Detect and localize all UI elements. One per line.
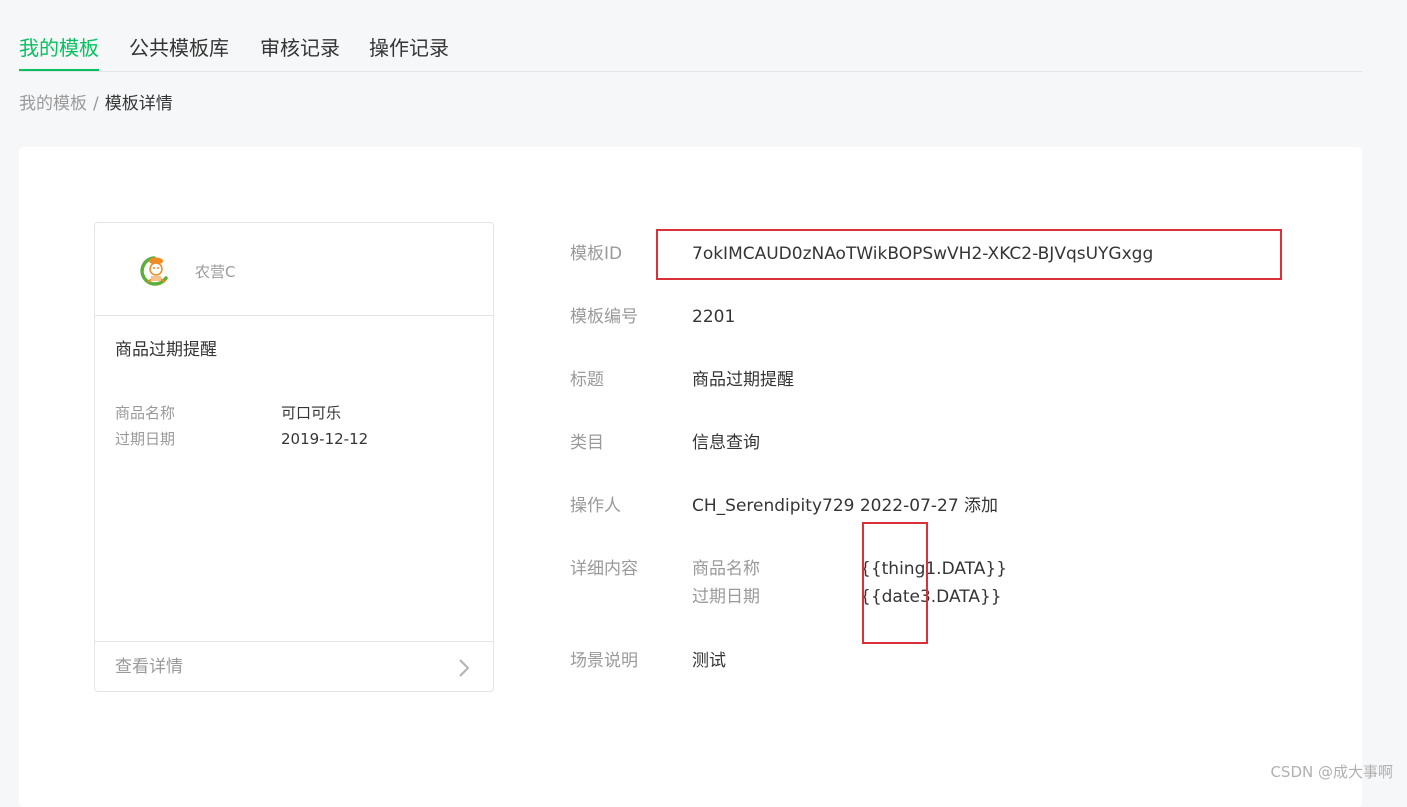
view-details-label: 查看详情 [115,657,183,677]
template-number-value: 2201 [692,307,736,327]
template-preview-card: 农营C 商品过期提醒 商品名称 可口可乐 过期日期 2019-12-12 查看详情 [94,222,494,692]
preview-field-value: 可口可乐 [281,404,342,422]
account-logo-icon [140,256,168,286]
tab-bar: 我的模板 公共模板库 审核记录 操作记录 [19,0,1362,72]
preview-field-label: 商品名称 [115,404,176,422]
tab-my-templates[interactable]: 我的模板 [19,32,99,71]
preview-field-label: 过期日期 [115,430,176,448]
content-label: 详细内容 [570,559,638,579]
watermark: CSDN @成大事啊 [1270,763,1393,781]
title-label: 标题 [570,370,604,390]
preview-field-row: 过期日期 2019-12-12 [115,427,368,451]
category-value: 信息查询 [692,433,760,453]
template-number-label: 模板编号 [570,307,638,327]
chevron-right-icon [459,659,470,677]
tab-operation-records[interactable]: 操作记录 [369,32,449,64]
tab-review-records[interactable]: 审核记录 [260,32,340,64]
content-keyword-label: 商品名称 [692,559,760,579]
content-keyword-value: {{date3.DATA}} [860,587,1002,607]
category-label: 类目 [570,433,604,453]
breadcrumb-separator: / [93,94,99,114]
template-id-value: 7okIMCAUD0zNAoTWikBOPSwVH2-XKC2-BJVqsUYG… [692,244,1154,264]
preview-card-header: 农营C [95,223,493,316]
content-keyword-value: {{thing1.DATA}} [860,559,1008,579]
breadcrumb-current: 模板详情 [104,94,173,114]
preview-field-row: 商品名称 可口可乐 [115,401,341,425]
view-details-link[interactable]: 查看详情 [95,641,493,692]
breadcrumb: 我的模板 / 模板详情 [19,90,173,118]
preview-title: 商品过期提醒 [115,340,217,360]
preview-field-value: 2019-12-12 [281,430,369,448]
content-keyword-row: 过期日期 {{date3.DATA}} [692,583,1002,611]
tab-public-library[interactable]: 公共模板库 [129,32,229,64]
template-id-label: 模板ID [570,244,623,264]
title-value: 商品过期提醒 [692,370,794,390]
content-keyword-row: 商品名称 {{thing1.DATA}} [692,555,1007,583]
account-name: 农营C [195,263,236,281]
breadcrumb-parent-link[interactable]: 我的模板 [19,94,87,114]
operator-value: CH_Serendipity729 2022-07-27 添加 [692,496,999,516]
detail-panel: 农营C 商品过期提醒 商品名称 可口可乐 过期日期 2019-12-12 查看详情 … [19,147,1362,807]
content-keyword-label: 过期日期 [692,587,760,607]
scene-value: 测试 [692,651,726,671]
operator-label: 操作人 [570,496,621,516]
scene-label: 场景说明 [570,651,638,671]
